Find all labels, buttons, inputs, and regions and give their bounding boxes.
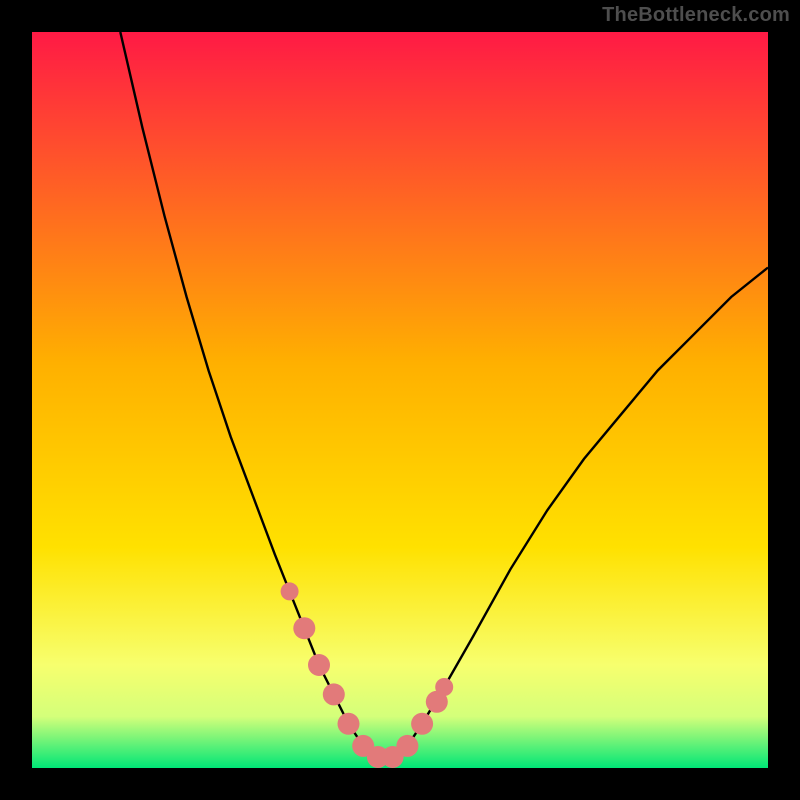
watermark-text: TheBottleneck.com	[602, 4, 790, 27]
marker-dot	[308, 654, 330, 676]
bottleneck-chart	[32, 32, 768, 768]
marker-dot	[411, 713, 433, 735]
gradient-background	[32, 32, 768, 768]
chart-frame: { "watermark": "TheBottleneck.com", "col…	[0, 0, 800, 800]
marker-dot	[435, 678, 453, 696]
marker-dot	[293, 617, 315, 639]
marker-dot	[281, 582, 299, 600]
marker-dot	[323, 683, 345, 705]
marker-dot	[338, 713, 360, 735]
marker-dot	[396, 735, 418, 757]
plot-area	[32, 32, 768, 768]
